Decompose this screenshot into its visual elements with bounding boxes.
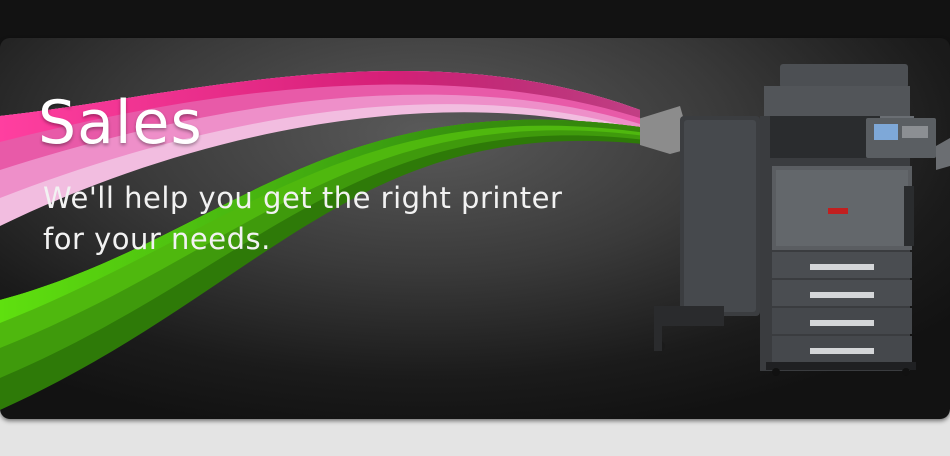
- printer-copier-image: [640, 64, 950, 376]
- banner-subtitle: We'll help you get the right printer for…: [43, 181, 563, 256]
- sales-banner[interactable]: Sales We'll help you get the right print…: [0, 38, 950, 419]
- banner-title: Sales: [38, 88, 203, 158]
